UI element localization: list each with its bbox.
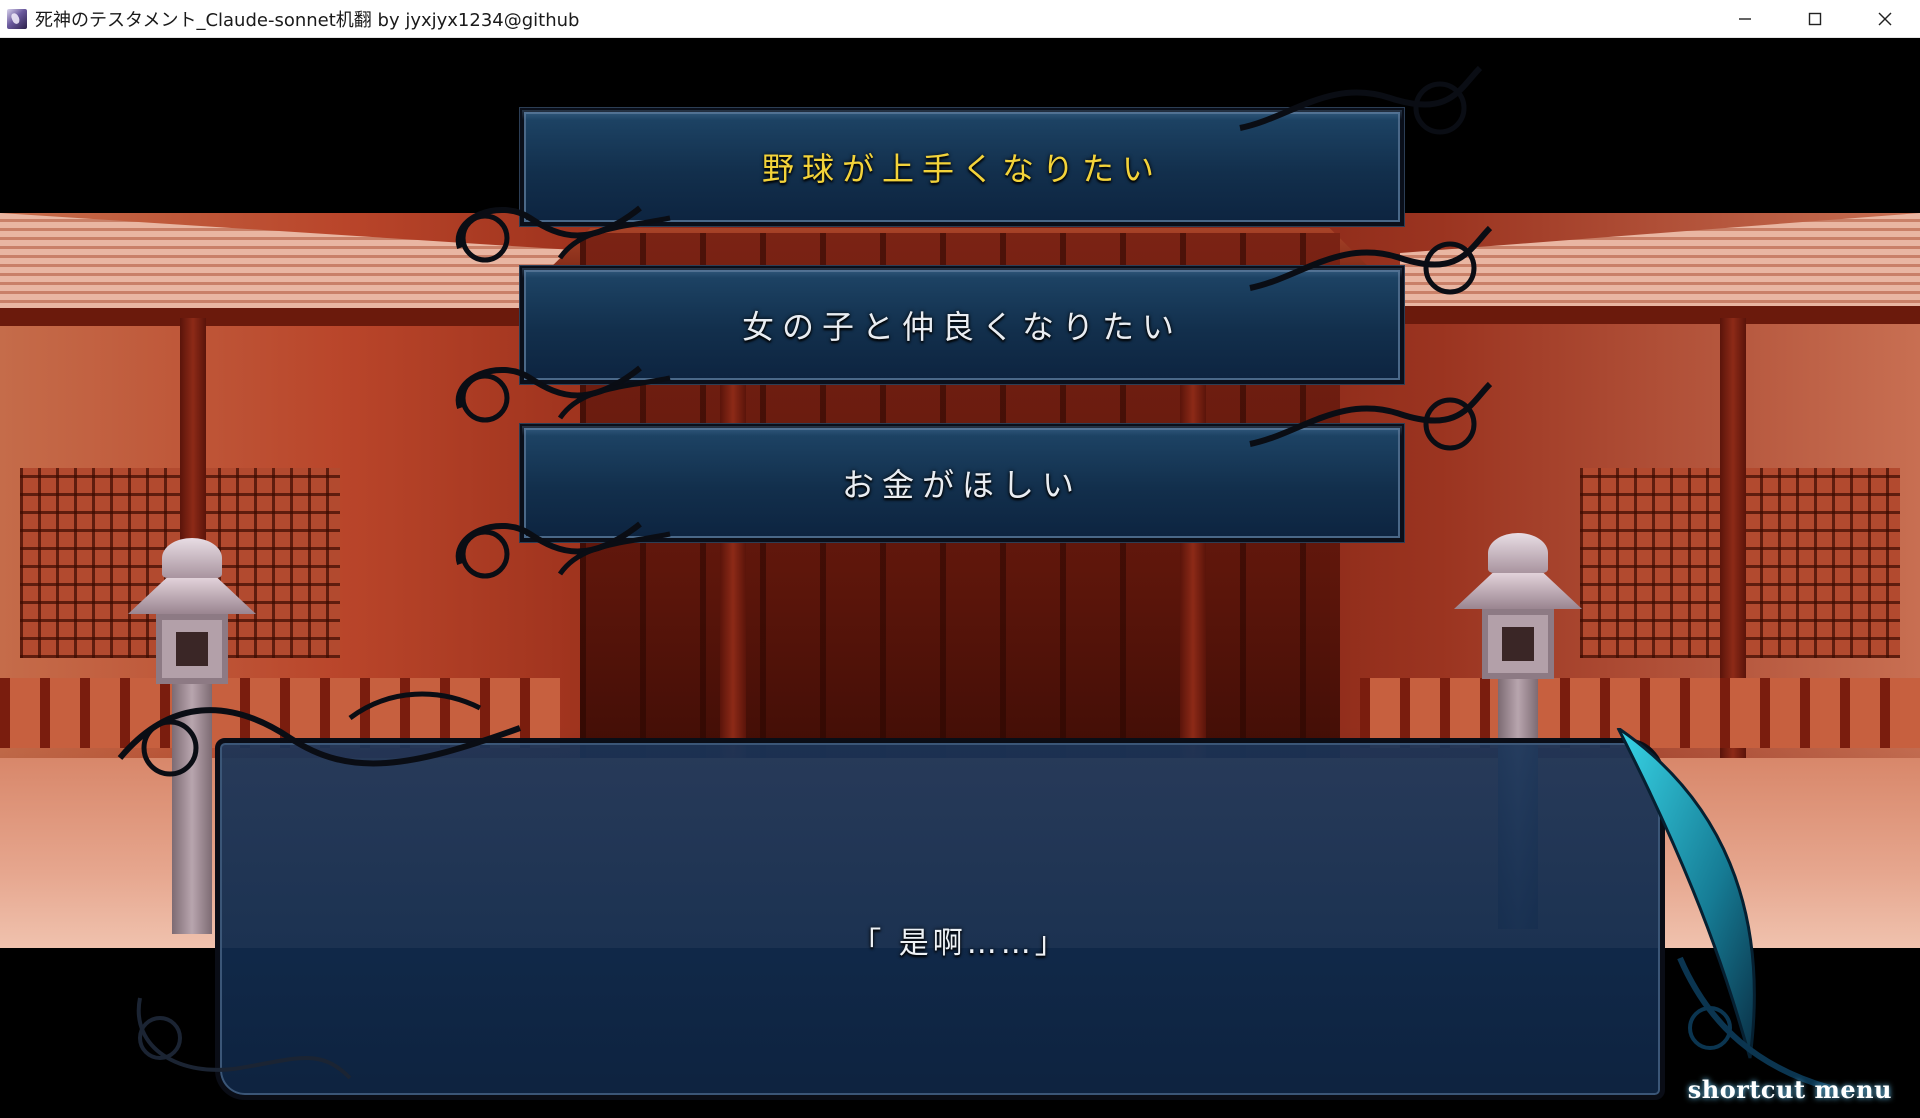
window-controls	[1710, 0, 1920, 37]
maximize-button[interactable]	[1780, 0, 1850, 37]
choice-label: お金がほしい	[841, 466, 1082, 504]
close-button[interactable]	[1850, 0, 1920, 37]
shortcut-menu-button[interactable]: shortcut menu	[1688, 1075, 1892, 1104]
choice-option-2[interactable]: 女の子と仲良くなりたい	[520, 266, 1404, 384]
minimize-button[interactable]	[1710, 0, 1780, 37]
choice-option-1[interactable]: 野球が上手くなりたい	[520, 108, 1404, 226]
minimize-icon	[1739, 17, 1751, 20]
pillar	[1180, 318, 1206, 788]
scythe-icon	[1616, 728, 1831, 1091]
game-viewport[interactable]: 野球が上手くなりたい 女の子と仲良くなりたい お金がほしい 「 是啊……」 sh…	[0, 38, 1920, 1118]
app-icon	[7, 8, 27, 29]
window-titlebar[interactable]: 死神のテスタメント_Claude-sonnet机翻 by jyxjyx1234@…	[0, 0, 1920, 38]
window-title: 死神のテスタメント_Claude-sonnet机翻 by jyxjyx1234@…	[35, 9, 580, 31]
choice-label: 野球が上手くなりたい	[761, 150, 1162, 188]
close-icon	[1878, 12, 1892, 25]
choice-label: 女の子と仲良くなりたい	[741, 308, 1182, 346]
pillar	[720, 318, 746, 788]
eave-right	[1400, 306, 1920, 324]
choice-option-3[interactable]: お金がほしい	[520, 424, 1404, 542]
maximize-icon	[1808, 12, 1822, 25]
